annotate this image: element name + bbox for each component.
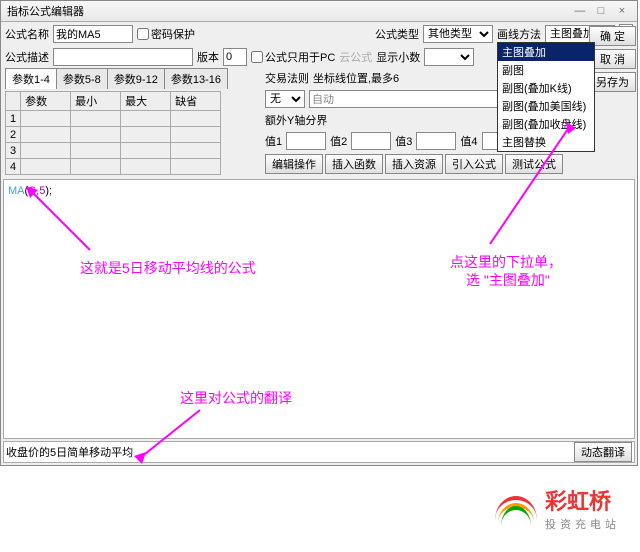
ver-input[interactable] (223, 48, 247, 66)
edit-button[interactable]: 编辑操作 (265, 154, 323, 174)
pconly-checkbox[interactable] (251, 51, 263, 63)
dec-select[interactable] (424, 48, 474, 66)
maximize-icon[interactable]: □ (592, 5, 610, 17)
rule-label: 交易法则 (265, 70, 309, 86)
val2-input[interactable] (351, 132, 391, 150)
val1-input[interactable] (286, 132, 326, 150)
code-editor[interactable]: MA(C,5); (3, 179, 635, 439)
type-select[interactable]: 其他类型 (423, 25, 493, 43)
dropdown-item[interactable]: 副图(叠加美国线) (498, 97, 594, 115)
param-table: 参数最小最大缺省 1 2 3 4 (5, 91, 221, 175)
insert-res-button[interactable]: 插入资源 (385, 154, 443, 174)
tab-params-9-12[interactable]: 参数9-12 (107, 68, 165, 89)
watermark-logo: 彩虹桥 投资充电站 (495, 484, 620, 532)
translation-output: 收盘价的5日简单移动平均 (6, 444, 133, 460)
cancel-button[interactable]: 取 消 (589, 49, 636, 69)
rule-select[interactable]: 无 (265, 90, 305, 108)
draw-label: 画线方法 (497, 26, 541, 42)
extra-label: 额外Y轴分界 (265, 112, 327, 128)
dropdown-item[interactable]: 副图(叠加收盘线) (498, 115, 594, 133)
desc-input[interactable] (53, 48, 193, 66)
insert-fn-button[interactable]: 插入函数 (325, 154, 383, 174)
dropdown-item[interactable]: 副图(叠加K线) (498, 79, 594, 97)
translate-button[interactable]: 动态翻译 (574, 442, 632, 462)
auto-input[interactable] (309, 90, 509, 108)
draw-dropdown: 主图叠加 副图 副图(叠加K线) 副图(叠加美国线) 副图(叠加收盘线) 主图替… (497, 42, 595, 152)
titlebar: 指标公式编辑器 — □ × (1, 1, 637, 22)
pwd-checkbox[interactable] (137, 28, 149, 40)
type-label: 公式类型 (375, 26, 419, 42)
val3-input[interactable] (416, 132, 456, 150)
cloud-label: 云公式 (339, 49, 372, 65)
ver-label: 版本 (197, 49, 219, 65)
minimize-icon[interactable]: — (571, 5, 589, 17)
rainbow-icon (495, 496, 537, 520)
tab-params-5-8[interactable]: 参数5-8 (56, 68, 108, 89)
dropdown-item[interactable]: 副图 (498, 61, 594, 79)
desc-label: 公式描述 (5, 49, 49, 65)
dropdown-item[interactable]: 主图叠加 (498, 43, 594, 61)
import-button[interactable]: 引入公式 (445, 154, 503, 174)
ok-button[interactable]: 确 定 (589, 26, 636, 46)
coord-label: 坐标线位置,最多6 (313, 70, 399, 86)
name-input[interactable] (53, 25, 133, 43)
tab-params-13-16[interactable]: 参数13-16 (164, 68, 228, 89)
dropdown-item[interactable]: 主图替换 (498, 133, 594, 151)
saveas-button[interactable]: 另存为 (589, 72, 636, 92)
dec-label: 显示小数 (376, 49, 420, 65)
param-tabs: 参数1-4 参数5-8 参数9-12 参数13-16 (1, 68, 261, 89)
param-cell[interactable] (21, 111, 71, 127)
test-button[interactable]: 测试公式 (505, 154, 563, 174)
name-label: 公式名称 (5, 26, 49, 42)
window-title: 指标公式编辑器 (7, 3, 84, 19)
tab-params-1-4[interactable]: 参数1-4 (5, 68, 57, 89)
close-icon[interactable]: × (613, 5, 631, 17)
